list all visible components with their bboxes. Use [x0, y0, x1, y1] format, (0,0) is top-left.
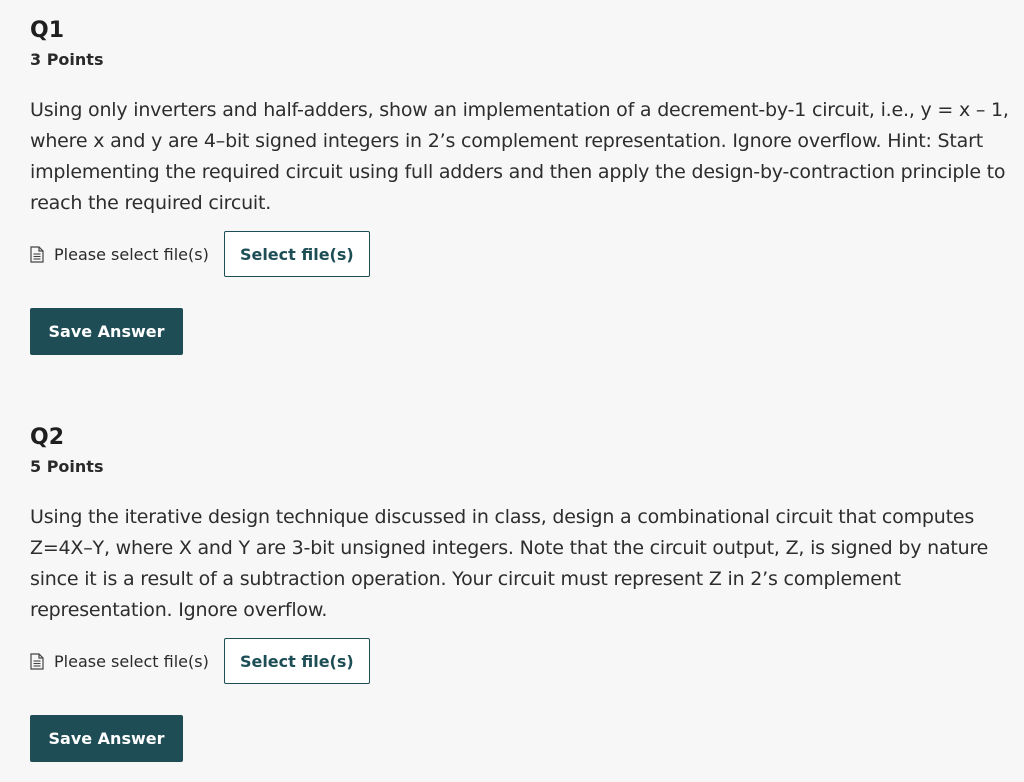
select-files-button[interactable]: Select file(s) [223, 231, 370, 277]
question-points: 5 Points [30, 457, 104, 476]
upload-label: Please select file(s) [54, 651, 209, 671]
document-icon [30, 652, 44, 670]
upload-label: Please select file(s) [54, 244, 209, 264]
question-points: 3 Points [30, 50, 104, 69]
question-text: Using only inverters and half-adders, sh… [30, 99, 1009, 214]
question-1: Q1 3 Points Using only inverters and hal… [30, 18, 1010, 355]
save-answer-button[interactable]: Save Answer [30, 308, 183, 355]
question-2: Q2 5 Points Using the iterative design t… [30, 425, 1010, 762]
question-title: Q1 [30, 18, 65, 43]
question-text: Using the iterative design technique dis… [30, 506, 989, 621]
file-upload-row: Please select file(s) Select file(s) [30, 231, 1010, 277]
file-upload-row: Please select file(s) Select file(s) [30, 638, 1010, 684]
select-files-button[interactable]: Select file(s) [223, 638, 370, 684]
save-answer-button[interactable]: Save Answer [30, 715, 183, 762]
question-title: Q2 [30, 425, 65, 450]
document-icon [30, 245, 44, 263]
